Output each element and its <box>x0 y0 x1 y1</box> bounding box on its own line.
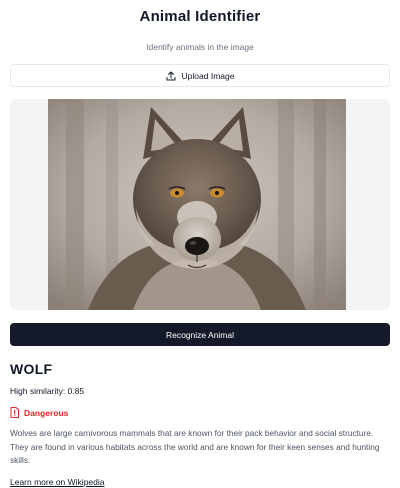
wolf-photo <box>48 99 346 310</box>
upload-image-button[interactable]: Upload Image <box>10 64 390 87</box>
result-animal-name: WOLF <box>10 361 53 377</box>
page-title: Animal Identifier <box>139 8 261 25</box>
recognize-animal-button[interactable]: Recognize Animal <box>10 323 390 346</box>
upload-icon <box>166 71 176 81</box>
animal-description: Wolves are large carnivorous mammals tha… <box>10 428 380 465</box>
image-preview-panel <box>10 99 390 310</box>
danger-label: Dangerous <box>24 408 69 418</box>
similarity-score: High similarity: 0.85 <box>10 386 85 396</box>
warning-file-icon <box>10 406 19 420</box>
danger-badge: Dangerous <box>10 406 390 420</box>
wikipedia-link[interactable]: Learn more on Wikipedia <box>10 477 105 487</box>
app-root: Animal Identifier Identify animals in th… <box>0 8 400 488</box>
page-subtitle: Identify animals in the image <box>146 42 254 52</box>
upload-image-label: Upload Image <box>181 70 235 81</box>
